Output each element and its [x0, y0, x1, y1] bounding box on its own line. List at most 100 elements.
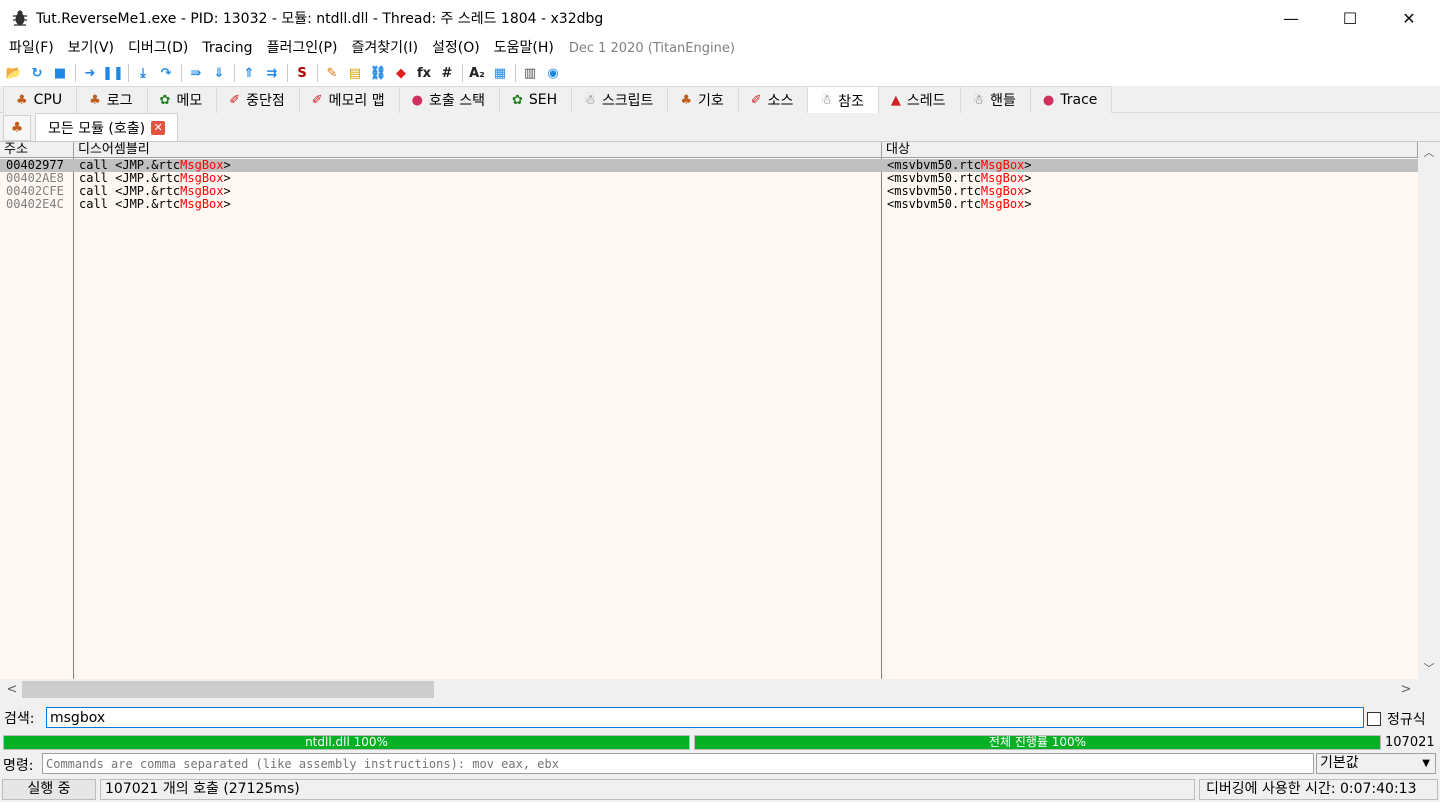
- scroll-right-icon[interactable]: >: [1396, 679, 1416, 700]
- menu-tracing[interactable]: Tracing: [195, 36, 259, 60]
- tab-symbols[interactable]: ♣ 기호: [667, 86, 739, 113]
- restart-icon[interactable]: ↻: [27, 63, 47, 83]
- tab-memory-map[interactable]: ✐ 메모리 맵: [298, 86, 400, 113]
- chevron-down-icon: ▼: [1422, 758, 1430, 769]
- toolbar-separator: [75, 64, 76, 82]
- search-bar: 검색: 정규식: [0, 704, 1440, 730]
- document-icon[interactable]: ▦: [490, 63, 510, 83]
- scroll-down-icon[interactable]: ﹀: [1418, 660, 1440, 678]
- column-header-target[interactable]: 대상: [882, 142, 1418, 158]
- menu-help[interactable]: 도움말(H): [487, 36, 561, 60]
- subtab-all-modules-calls[interactable]: 모든 모듈 (호출) ✕: [35, 113, 179, 141]
- disasm-match: MsgBox: [180, 197, 224, 211]
- run-to-user-code-icon[interactable]: ⇉: [262, 63, 282, 83]
- calculator-icon[interactable]: ▥: [520, 63, 540, 83]
- tab-handles[interactable]: ☃ 핸들: [959, 86, 1031, 113]
- regex-checkbox[interactable]: 정규식: [1367, 709, 1426, 729]
- step-over-icon[interactable]: ↷: [156, 63, 176, 83]
- tab-source[interactable]: ✐ 소스: [737, 86, 809, 113]
- bookmarks-icon[interactable]: ◆: [391, 63, 411, 83]
- tab-call-stack[interactable]: ● 호출 스택: [398, 86, 500, 113]
- tab-references[interactable]: ☃ 참조: [807, 86, 879, 114]
- tab-label: SEH: [528, 92, 558, 108]
- horizontal-scroll-thumb[interactable]: [22, 681, 434, 698]
- tab-log[interactable]: ♣ 로그: [76, 86, 148, 113]
- minimize-button[interactable]: —: [1262, 0, 1320, 36]
- script-icon[interactable]: S: [292, 63, 312, 83]
- checkbox-box[interactable]: [1367, 712, 1381, 726]
- trace-over-icon[interactable]: ⇓: [209, 63, 229, 83]
- step-into-icon[interactable]: ⤓: [133, 63, 153, 83]
- command-input[interactable]: [42, 753, 1314, 774]
- command-mode-select[interactable]: 기본값 ▼: [1316, 753, 1436, 774]
- close-tab-icon[interactable]: ✕: [151, 120, 166, 135]
- toolbar-separator: [181, 64, 182, 82]
- pause-icon[interactable]: ❚❚: [102, 63, 124, 83]
- notes-tab-icon: ✿: [159, 92, 171, 108]
- tab-label: Trace: [1060, 92, 1098, 108]
- labels-icon[interactable]: ⛓: [368, 63, 388, 83]
- patch-icon[interactable]: ✎: [322, 63, 342, 83]
- tab-cpu[interactable]: ♣ CPU: [3, 86, 78, 113]
- tab-label: 기호: [698, 93, 724, 109]
- x32dbg-bug-icon: [10, 8, 30, 28]
- cpu-tab-icon: ♣: [16, 92, 28, 108]
- target-text: <msvbvm50.rtc: [887, 184, 981, 198]
- open-folder-icon[interactable]: 📂: [4, 63, 24, 83]
- seh-tab-icon: ✿: [511, 92, 523, 108]
- column-header-disassembly[interactable]: 디스어셈블리: [74, 142, 882, 158]
- functions-icon[interactable]: fx: [414, 63, 434, 83]
- column-divider: [881, 158, 882, 680]
- menu-view[interactable]: 보기(V): [61, 36, 121, 60]
- vertical-scrollbar[interactable]: ︿ ﹀: [1418, 142, 1440, 680]
- execute-till-return-icon[interactable]: ⇑: [239, 63, 259, 83]
- tab-label: 스레드: [906, 93, 946, 109]
- toolbar-separator: [515, 64, 516, 82]
- progress-row: ntdll.dll 100% 전체 진행률 100% 107021: [0, 734, 1440, 751]
- references-table[interactable]: 주소 디스어셈블리 대상 00402977 call <JMP.&rtcMsgBo…: [0, 141, 1440, 680]
- menu-plugins[interactable]: 플러그인(P): [260, 36, 345, 60]
- build-info: Dec 1 2020 (TitanEngine): [568, 40, 735, 56]
- tab-label: 메모리 맵: [328, 93, 385, 109]
- globe-icon[interactable]: ◉: [543, 63, 563, 83]
- scroll-up-icon[interactable]: ︿: [1418, 144, 1440, 162]
- search-input[interactable]: [46, 707, 1364, 728]
- menu-file[interactable]: 파일(F): [2, 36, 61, 60]
- comments-icon[interactable]: ▤: [345, 63, 365, 83]
- disassembly-cell: call <JMP.&rtcMsgBox>: [79, 198, 231, 211]
- command-bar: 명령: 기본값 ▼: [0, 752, 1440, 776]
- menu-favourites[interactable]: 즐겨찾기(I): [344, 36, 425, 60]
- variables-icon[interactable]: #: [437, 63, 457, 83]
- debug-time: 디버깅에 사용한 시간: 0:07:40:13: [1199, 779, 1438, 800]
- close-button[interactable]: ✕: [1380, 0, 1438, 36]
- tab-trace[interactable]: ● Trace: [1029, 86, 1113, 113]
- menu-options[interactable]: 설정(O): [425, 36, 487, 60]
- maximize-button[interactable]: ☐: [1321, 0, 1379, 36]
- tab-seh[interactable]: ✿ SEH: [498, 86, 573, 113]
- references-menu-icon[interactable]: ♣: [3, 115, 31, 141]
- table-row[interactable]: 00402E4C call <JMP.&rtcMsgBox> <msvbvm50.r…: [0, 198, 1418, 211]
- disasm-match: MsgBox: [180, 171, 224, 185]
- tab-label: 중단점: [246, 93, 285, 109]
- log-tab-icon: ♣: [89, 92, 101, 108]
- disasm-text-end: >: [223, 184, 231, 198]
- tab-script[interactable]: ☃ 스크립트: [571, 86, 669, 113]
- horizontal-scrollbar[interactable]: < >: [0, 679, 1440, 700]
- strings-icon[interactable]: A₂: [467, 63, 487, 83]
- disasm-text: call <JMP.&rtc: [79, 197, 181, 211]
- scroll-left-icon[interactable]: <: [2, 679, 22, 700]
- module-progress-bar: ntdll.dll 100%: [3, 735, 690, 750]
- target-cell: <msvbvm50.rtcMsgBox>: [887, 198, 1032, 211]
- column-header-address[interactable]: 주소: [0, 142, 74, 158]
- disasm-text: call <JMP.&rtc: [79, 184, 181, 198]
- trace-into-icon[interactable]: ⇛: [186, 63, 206, 83]
- toolbar-separator: [462, 64, 463, 82]
- window-title: Tut.ReverseMe1.exe - PID: 13032 - 모듈: nt…: [36, 11, 604, 27]
- call-stack-tab-icon: ●: [411, 92, 423, 108]
- tab-breakpoints[interactable]: ✐ 중단점: [216, 86, 300, 113]
- menu-debug[interactable]: 디버그(D): [121, 36, 195, 60]
- tab-notes[interactable]: ✿ 메모: [146, 86, 218, 113]
- run-icon[interactable]: ➜: [80, 63, 100, 83]
- stop-icon[interactable]: ■: [50, 63, 70, 83]
- tab-threads[interactable]: ▲ 스레드: [877, 86, 961, 113]
